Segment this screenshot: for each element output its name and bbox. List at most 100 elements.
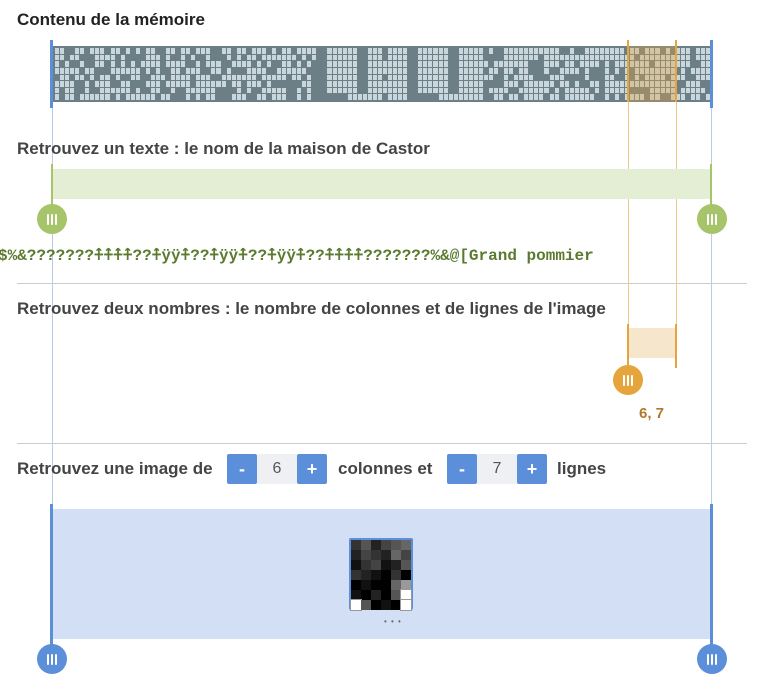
memory-cell bbox=[241, 67, 246, 74]
grip-icon bbox=[47, 653, 57, 665]
image-pixel bbox=[381, 580, 391, 590]
memory-cell bbox=[307, 48, 312, 54]
columns-increment-button[interactable]: + bbox=[297, 454, 327, 484]
memory-cell bbox=[519, 81, 524, 87]
memory-cell bbox=[206, 67, 211, 74]
memory-cell bbox=[211, 87, 216, 94]
memory-cell bbox=[287, 48, 292, 54]
memory-cell bbox=[196, 48, 201, 54]
memory-cell bbox=[135, 74, 140, 81]
memory-cell bbox=[211, 74, 216, 81]
memory-cell bbox=[599, 48, 605, 54]
memory-cell bbox=[534, 54, 539, 61]
memory-cell bbox=[539, 94, 544, 100]
text-range-left-edge bbox=[51, 164, 53, 206]
memory-cell bbox=[372, 94, 377, 100]
memory-cell bbox=[357, 81, 362, 87]
memory-cell bbox=[418, 94, 423, 100]
memory-cell bbox=[514, 48, 519, 54]
memory-cell bbox=[191, 87, 196, 94]
memory-cell bbox=[514, 74, 519, 81]
memory-cell bbox=[312, 94, 317, 100]
memory-cell bbox=[211, 81, 216, 87]
memory-cell bbox=[423, 74, 428, 81]
memory-cell bbox=[549, 94, 554, 100]
memory-cell bbox=[140, 48, 145, 54]
image-pixel bbox=[401, 560, 411, 570]
memory-cell bbox=[216, 67, 221, 74]
memory-cell bbox=[105, 54, 110, 61]
text-range-right-handle[interactable] bbox=[697, 204, 727, 234]
memory-cell bbox=[620, 54, 625, 61]
grip-icon bbox=[623, 374, 633, 386]
memory-cell bbox=[559, 48, 564, 54]
rows-increment-button[interactable]: + bbox=[517, 454, 547, 484]
rows-decrement-button[interactable]: - bbox=[447, 454, 477, 484]
memory-cell bbox=[443, 48, 448, 54]
memory-cell bbox=[145, 54, 150, 61]
memory-cell bbox=[695, 61, 700, 67]
memory-cell bbox=[388, 61, 393, 67]
memory-cell bbox=[251, 61, 256, 67]
memory-cell bbox=[251, 87, 256, 94]
memory-cell bbox=[388, 87, 393, 94]
memory-cell bbox=[312, 87, 317, 94]
image-pixel bbox=[391, 600, 401, 610]
memory-cell bbox=[110, 54, 115, 61]
memory-cell bbox=[610, 94, 615, 100]
memory-cell bbox=[680, 94, 685, 100]
columns-decrement-button[interactable]: - bbox=[227, 454, 257, 484]
memory-cell bbox=[564, 61, 569, 67]
memory-cell bbox=[196, 54, 201, 61]
image-range-left-handle[interactable] bbox=[37, 644, 67, 674]
memory-cell bbox=[60, 61, 65, 67]
memory-cell bbox=[574, 54, 579, 61]
memory-cell bbox=[216, 74, 221, 81]
memory-cell bbox=[589, 67, 594, 74]
decoded-text: $%&???????⍏⍏⍏⍏??⍏ÿÿ⍏??⍏ÿÿ⍏??⍏ÿÿ⍏??⍏⍏⍏⍏??… bbox=[0, 247, 594, 265]
memory-cell bbox=[357, 74, 362, 81]
memory-cell bbox=[251, 74, 256, 81]
memory-cell bbox=[327, 81, 332, 87]
memory-cell bbox=[529, 61, 534, 67]
numbers-range-handle[interactable] bbox=[613, 365, 643, 395]
memory-cell bbox=[201, 61, 206, 67]
memory-cell bbox=[524, 87, 529, 94]
text-range-left-handle[interactable] bbox=[37, 204, 67, 234]
memory-cell bbox=[534, 67, 539, 74]
memory-cell bbox=[463, 87, 468, 94]
memory-cell bbox=[201, 67, 206, 74]
memory-cell bbox=[599, 81, 605, 87]
memory-cell bbox=[519, 61, 524, 67]
memory-cell bbox=[539, 67, 544, 74]
memory-cell bbox=[246, 81, 251, 87]
memory-cell bbox=[297, 54, 302, 61]
memory-cell bbox=[448, 94, 453, 100]
memory-cell bbox=[196, 61, 201, 67]
memory-cell bbox=[488, 61, 493, 67]
memory-cell bbox=[514, 67, 519, 74]
image-range-right-handle[interactable] bbox=[697, 644, 727, 674]
image-pixel bbox=[401, 550, 411, 560]
memory-cell bbox=[342, 61, 347, 67]
memory-cell bbox=[413, 74, 418, 81]
memory-cell bbox=[438, 48, 443, 54]
memory-cell bbox=[60, 54, 65, 61]
memory-cell bbox=[105, 67, 110, 74]
memory-cell bbox=[458, 81, 463, 87]
memory-cell bbox=[317, 67, 322, 74]
memory-cell bbox=[478, 87, 483, 94]
memory-cell bbox=[75, 61, 80, 67]
memory-cell bbox=[488, 81, 493, 87]
memory-cell bbox=[75, 94, 80, 100]
memory-cell bbox=[549, 74, 554, 81]
memory-cell bbox=[453, 61, 458, 67]
memory-cell bbox=[468, 81, 473, 87]
memory-cell bbox=[559, 94, 564, 100]
memory-cell bbox=[549, 67, 554, 74]
memory-cell bbox=[155, 61, 160, 67]
text-section-title: Retrouvez un texte : le nom de la maison… bbox=[17, 139, 430, 158]
memory-cell bbox=[206, 61, 211, 67]
memory-cell bbox=[150, 67, 155, 74]
image-pixel bbox=[371, 600, 381, 610]
